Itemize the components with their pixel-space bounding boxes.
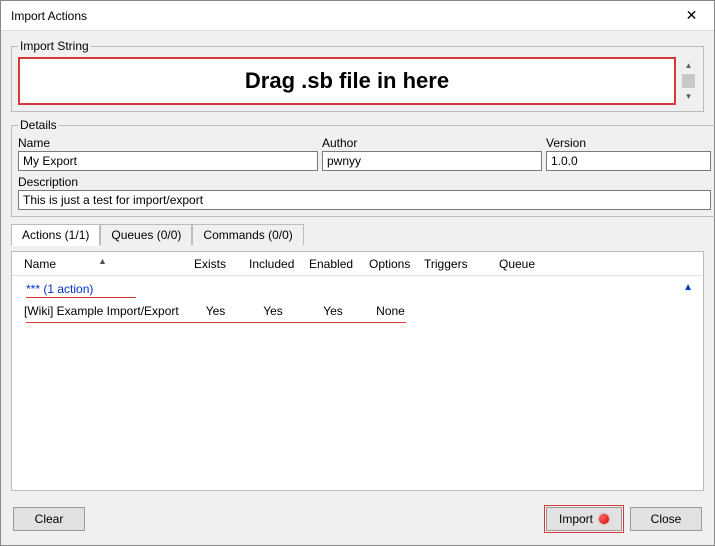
highlight-underline — [26, 297, 136, 298]
col-header-included[interactable]: Included — [243, 257, 303, 271]
tab-queues-label: Queues (0/0) — [111, 228, 181, 242]
grid-header-row: Name ▲ Exists Included Enabled Options T… — [12, 252, 703, 276]
import-actions-dialog: Import Actions ✕ Import String Drag .sb … — [0, 0, 715, 546]
chevron-up-icon[interactable]: ▲ — [683, 282, 693, 293]
col-header-name[interactable]: Name ▲ — [18, 257, 188, 271]
name-input[interactable] — [18, 151, 318, 171]
actions-grid: Name ▲ Exists Included Enabled Options T… — [11, 251, 704, 491]
import-string-dropzone[interactable]: Drag .sb file in here — [18, 57, 676, 105]
scroll-down-icon[interactable]: ▾ — [680, 88, 697, 105]
sort-asc-icon: ▲ — [98, 256, 107, 266]
tab-strip: Actions (1/1) Queues (0/0) Commands (0/0… — [11, 223, 704, 245]
grid-body: *** (1 action) ▲ [Wiki] Example Import/E… — [12, 276, 703, 490]
author-label: Author — [322, 136, 542, 150]
cell-name: [Wiki] Example Import/Export — [18, 304, 188, 318]
col-header-enabled[interactable]: Enabled — [303, 257, 363, 271]
close-icon: ✕ — [686, 7, 698, 24]
cell-options: None — [363, 304, 418, 318]
dialog-footer: Clear Import Close — [1, 495, 714, 545]
cell-included: Yes — [243, 304, 303, 318]
cell-exists: Yes — [188, 304, 243, 318]
import-string-group: Import String Drag .sb file in here ▴ ▾ — [11, 39, 704, 112]
import-highlight-box: Import — [544, 505, 624, 533]
clear-button[interactable]: Clear — [13, 507, 85, 531]
tab-queues[interactable]: Queues (0/0) — [100, 224, 192, 245]
group-row[interactable]: *** (1 action) ▲ — [12, 278, 703, 300]
name-label: Name — [18, 136, 318, 150]
col-header-queue[interactable]: Queue — [493, 257, 593, 271]
group-row-label: *** (1 action) — [26, 282, 93, 296]
dropzone-text: Drag .sb file in here — [245, 68, 449, 94]
details-group: Details Name Author Version Description — [11, 118, 715, 217]
close-button[interactable]: Close — [630, 507, 702, 531]
description-input[interactable] — [18, 190, 711, 210]
tab-commands-label: Commands (0/0) — [203, 228, 292, 242]
scroll-thumb[interactable] — [682, 74, 695, 88]
version-input[interactable] — [546, 151, 711, 171]
tab-commands[interactable]: Commands (0/0) — [192, 224, 303, 245]
import-string-legend: Import String — [18, 39, 91, 53]
window-title: Import Actions — [11, 9, 87, 23]
table-row[interactable]: [Wiki] Example Import/Export Yes Yes Yes… — [12, 300, 703, 322]
dialog-content: Import String Drag .sb file in here ▴ ▾ … — [1, 31, 714, 495]
cell-enabled: Yes — [303, 304, 363, 318]
col-header-exists[interactable]: Exists — [188, 257, 243, 271]
record-dot-icon — [599, 514, 609, 524]
tab-actions-label: Actions (1/1) — [22, 228, 89, 242]
scroll-up-icon[interactable]: ▴ — [680, 57, 697, 74]
titlebar: Import Actions ✕ — [1, 1, 714, 31]
col-header-triggers[interactable]: Triggers — [418, 257, 493, 271]
version-label: Version — [546, 136, 711, 150]
tab-actions[interactable]: Actions (1/1) — [11, 224, 100, 246]
highlight-underline — [26, 322, 406, 323]
import-button[interactable]: Import — [546, 507, 622, 531]
import-string-scrollbar[interactable]: ▴ ▾ — [680, 57, 697, 105]
author-input[interactable] — [322, 151, 542, 171]
description-label: Description — [18, 175, 711, 189]
window-close-button[interactable]: ✕ — [669, 1, 714, 30]
details-legend: Details — [18, 118, 59, 132]
col-header-options[interactable]: Options — [363, 257, 418, 271]
